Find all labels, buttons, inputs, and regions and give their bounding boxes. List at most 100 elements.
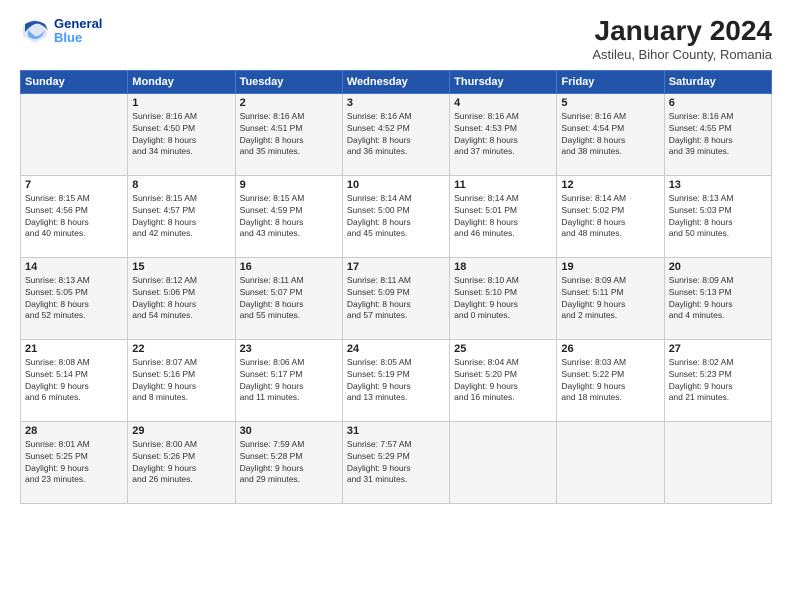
calendar-cell [21,93,128,175]
day-number: 23 [240,343,338,355]
day-info: Sunrise: 8:16 AM Sunset: 4:50 PM Dayligh… [132,111,230,159]
day-number: 14 [25,261,123,273]
calendar-table: SundayMondayTuesdayWednesdayThursdayFrid… [20,70,772,504]
day-info: Sunrise: 8:12 AM Sunset: 5:06 PM Dayligh… [132,275,230,323]
day-number: 16 [240,261,338,273]
calendar-cell: 4 Sunrise: 8:16 AM Sunset: 4:53 PM Daylig… [450,93,557,175]
day-info: Sunrise: 8:10 AM Sunset: 5:10 PM Dayligh… [454,275,552,323]
calendar-cell: 20 Sunrise: 8:09 AM Sunset: 5:13 PM Dayli… [664,257,771,339]
day-number: 18 [454,261,552,273]
header: General Blue January 2024 Astileu, Bihor… [20,16,772,62]
day-info: Sunrise: 8:14 AM Sunset: 5:02 PM Dayligh… [561,193,659,241]
day-number: 1 [132,97,230,109]
week-row-1: 7 Sunrise: 8:15 AM Sunset: 4:56 PM Daylig… [21,175,772,257]
calendar-cell: 5Sunrise: 8:16 AM Sunset: 4:54 PM Daylig… [557,93,664,175]
header-cell-tuesday: Tuesday [235,70,342,93]
day-number: 29 [132,425,230,437]
calendar-cell [664,421,771,503]
day-number: 19 [561,261,659,273]
day-number: 30 [240,425,338,437]
day-info: Sunrise: 8:06 AM Sunset: 5:17 PM Dayligh… [240,357,338,405]
week-row-4: 28 Sunrise: 8:01 AM Sunset: 5:25 PM Dayli… [21,421,772,503]
day-number: 11 [454,179,552,191]
title-block: January 2024 Astileu, Bihor County, Roma… [592,16,772,62]
day-info: Sunrise: 8:16 AM Sunset: 4:52 PM Dayligh… [347,111,445,159]
calendar-cell: 11 Sunrise: 8:14 AM Sunset: 5:01 PM Dayli… [450,175,557,257]
day-number: 24 [347,343,445,355]
header-cell-sunday: Sunday [21,70,128,93]
day-info: Sunrise: 8:11 AM Sunset: 5:09 PM Dayligh… [347,275,445,323]
day-info: Sunrise: 8:04 AM Sunset: 5:20 PM Dayligh… [454,357,552,405]
calendar-cell: 14 Sunrise: 8:13 AM Sunset: 5:05 PM Dayli… [21,257,128,339]
day-info: Sunrise: 8:11 AM Sunset: 5:07 PM Dayligh… [240,275,338,323]
header-cell-thursday: Thursday [450,70,557,93]
calendar-cell: 2 Sunrise: 8:16 AM Sunset: 4:51 PM Daylig… [235,93,342,175]
page: General Blue January 2024 Astileu, Bihor… [0,0,792,612]
day-number: 20 [669,261,767,273]
day-info: Sunrise: 8:09 AM Sunset: 5:13 PM Dayligh… [669,275,767,323]
week-row-3: 21 Sunrise: 8:08 AM Sunset: 5:14 PM Dayli… [21,339,772,421]
calendar-cell: 28 Sunrise: 8:01 AM Sunset: 5:25 PM Dayli… [21,421,128,503]
calendar-cell: 25Sunrise: 8:04 AM Sunset: 5:20 PM Dayli… [450,339,557,421]
day-info: Sunrise: 8:16 AM Sunset: 4:51 PM Dayligh… [240,111,338,159]
day-info: Sunrise: 8:16 AM Sunset: 4:55 PM Dayligh… [669,111,767,159]
day-info: Sunrise: 8:13 AM Sunset: 5:05 PM Dayligh… [25,275,123,323]
day-number: 4 [454,97,552,109]
logo-text: General Blue [54,17,102,46]
day-number: 26 [561,343,659,355]
logo: General Blue [20,16,102,46]
calendar-cell [557,421,664,503]
day-number: 22 [132,343,230,355]
day-number: 12 [561,179,659,191]
calendar-cell: 10 Sunrise: 8:14 AM Sunset: 5:00 PM Dayli… [342,175,449,257]
header-cell-saturday: Saturday [664,70,771,93]
logo-icon [20,16,50,46]
day-info: Sunrise: 8:05 AM Sunset: 5:19 PM Dayligh… [347,357,445,405]
day-info: Sunrise: 8:03 AM Sunset: 5:22 PM Dayligh… [561,357,659,405]
calendar-cell: 31 Sunrise: 7:57 AM Sunset: 5:29 PM Dayli… [342,421,449,503]
day-info: Sunrise: 8:16 AM Sunset: 4:53 PM Dayligh… [454,111,552,159]
calendar-cell: 21 Sunrise: 8:08 AM Sunset: 5:14 PM Dayli… [21,339,128,421]
day-info: Sunrise: 8:14 AM Sunset: 5:00 PM Dayligh… [347,193,445,241]
day-info: Sunrise: 8:01 AM Sunset: 5:25 PM Dayligh… [25,439,123,487]
day-info: Sunrise: 7:57 AM Sunset: 5:29 PM Dayligh… [347,439,445,487]
day-number: 28 [25,425,123,437]
calendar-cell: 18 Sunrise: 8:10 AM Sunset: 5:10 PM Dayli… [450,257,557,339]
day-number: 2 [240,97,338,109]
calendar-cell: 6Sunrise: 8:16 AM Sunset: 4:55 PM Daylig… [664,93,771,175]
day-info: Sunrise: 8:15 AM Sunset: 4:57 PM Dayligh… [132,193,230,241]
header-cell-monday: Monday [128,70,235,93]
day-number: 10 [347,179,445,191]
calendar-cell: 22 Sunrise: 8:07 AM Sunset: 5:16 PM Dayli… [128,339,235,421]
day-info: Sunrise: 8:14 AM Sunset: 5:01 PM Dayligh… [454,193,552,241]
calendar-cell: 3Sunrise: 8:16 AM Sunset: 4:52 PM Daylig… [342,93,449,175]
day-number: 13 [669,179,767,191]
day-number: 21 [25,343,123,355]
day-number: 8 [132,179,230,191]
day-info: Sunrise: 8:07 AM Sunset: 5:16 PM Dayligh… [132,357,230,405]
calendar-cell: 7 Sunrise: 8:15 AM Sunset: 4:56 PM Daylig… [21,175,128,257]
calendar-cell: 9 Sunrise: 8:15 AM Sunset: 4:59 PM Daylig… [235,175,342,257]
calendar-cell: 17 Sunrise: 8:11 AM Sunset: 5:09 PM Dayli… [342,257,449,339]
calendar-cell [450,421,557,503]
day-number: 7 [25,179,123,191]
day-info: Sunrise: 8:09 AM Sunset: 5:11 PM Dayligh… [561,275,659,323]
day-number: 17 [347,261,445,273]
calendar-cell: 29Sunrise: 8:00 AM Sunset: 5:26 PM Dayli… [128,421,235,503]
day-number: 15 [132,261,230,273]
header-cell-friday: Friday [557,70,664,93]
calendar-cell: 24 Sunrise: 8:05 AM Sunset: 5:19 PM Dayli… [342,339,449,421]
day-info: Sunrise: 8:02 AM Sunset: 5:23 PM Dayligh… [669,357,767,405]
calendar-cell: 15 Sunrise: 8:12 AM Sunset: 5:06 PM Dayli… [128,257,235,339]
calendar-cell: 30Sunrise: 7:59 AM Sunset: 5:28 PM Dayli… [235,421,342,503]
day-number: 5 [561,97,659,109]
day-number: 9 [240,179,338,191]
day-info: Sunrise: 8:08 AM Sunset: 5:14 PM Dayligh… [25,357,123,405]
calendar-cell: 19 Sunrise: 8:09 AM Sunset: 5:11 PM Dayli… [557,257,664,339]
day-number: 27 [669,343,767,355]
subtitle: Astileu, Bihor County, Romania [592,47,772,62]
day-number: 31 [347,425,445,437]
day-info: Sunrise: 8:15 AM Sunset: 4:56 PM Dayligh… [25,193,123,241]
week-row-2: 14 Sunrise: 8:13 AM Sunset: 5:05 PM Dayli… [21,257,772,339]
day-info: Sunrise: 8:15 AM Sunset: 4:59 PM Dayligh… [240,193,338,241]
